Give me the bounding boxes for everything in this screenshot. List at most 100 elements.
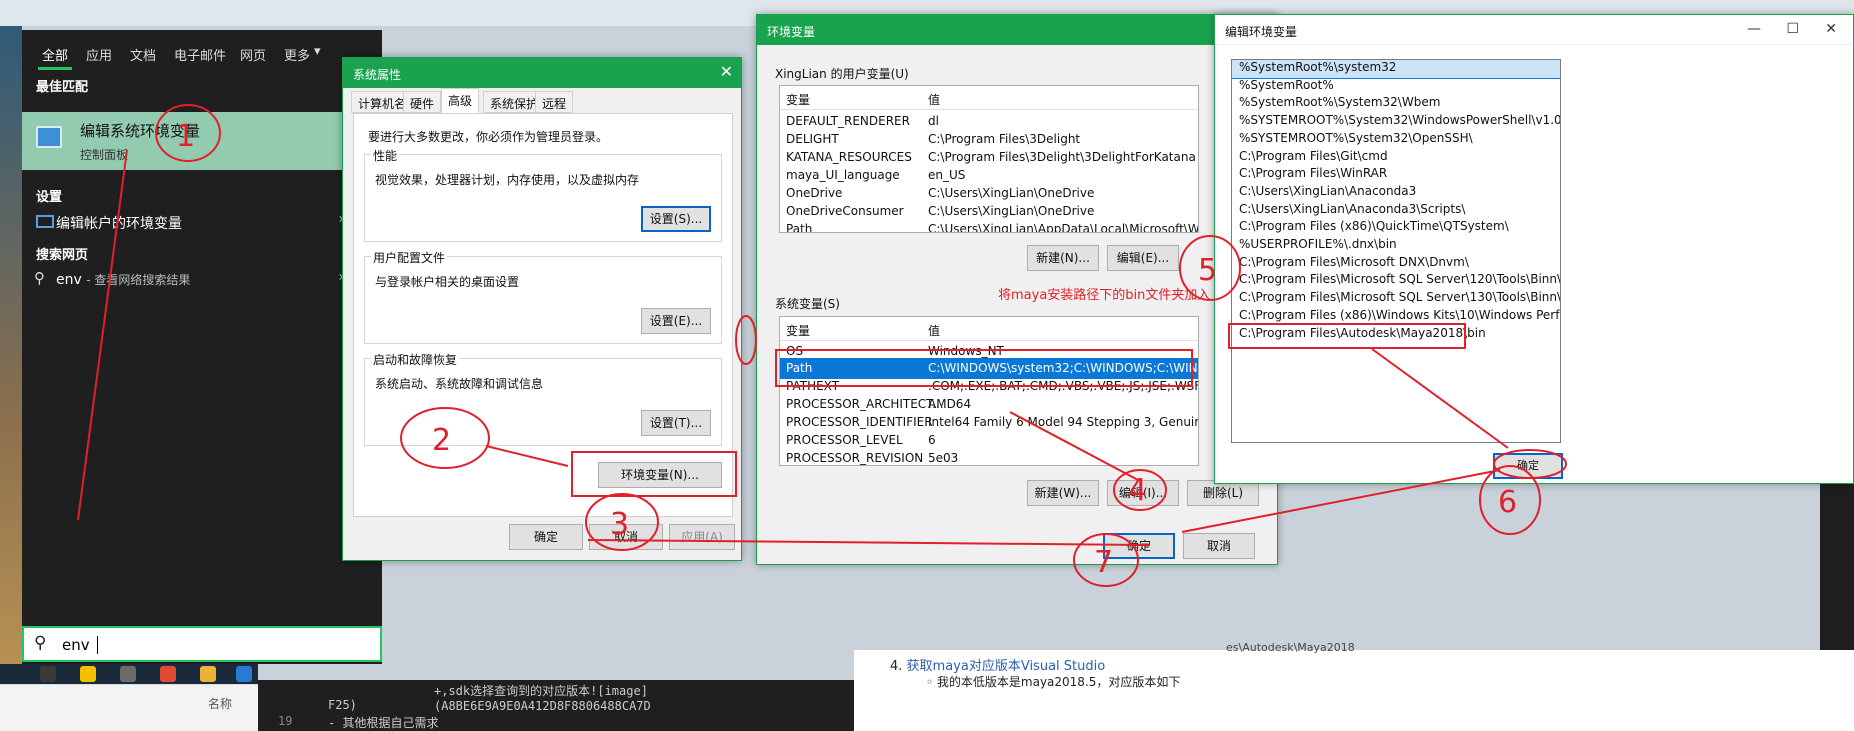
list-header: 变量 值 xyxy=(780,86,1198,110)
col-variable[interactable]: 变量 xyxy=(786,322,810,339)
editor-line: F25) xyxy=(328,698,357,712)
list-item[interactable]: C:\Program Files\Microsoft DNX\Dnvm\ xyxy=(1232,255,1560,273)
cancel-button[interactable]: 取消 xyxy=(589,524,663,550)
apply-button[interactable]: 应用(A) xyxy=(669,524,735,550)
system-vars-heading: 系统变量(S) xyxy=(775,297,840,311)
editor-line: - 其他根据自己需求 xyxy=(328,716,439,730)
performance-settings-button[interactable]: 设置(S)... xyxy=(641,206,711,232)
best-match-result[interactable]: 编辑系统环境变量 控制面板 xyxy=(22,112,362,170)
list-item-selected[interactable]: %SystemRoot%\system32 xyxy=(1232,60,1560,79)
tab-advanced[interactable]: 高级 xyxy=(441,88,480,113)
startup-recovery-group: 启动和故障恢复 系统启动、系统故障和调试信息 设置(T)... xyxy=(364,351,722,446)
system-new-button[interactable]: 新建(W)... xyxy=(1027,480,1099,506)
group-desc: 系统启动、系统故障和调试信息 xyxy=(375,377,544,391)
app-icon[interactable] xyxy=(236,666,252,682)
edit-environment-variable-dialog: 编辑环境变量 — ☐ ✕ %SystemRoot%\system32 %Syst… xyxy=(1214,14,1854,484)
dialog-title: 系统属性 xyxy=(353,68,402,82)
chrome-icon[interactable] xyxy=(160,666,176,682)
web-heading: 搜索网页 xyxy=(36,248,89,263)
control-panel-icon xyxy=(36,126,62,148)
web-search-result[interactable]: ⚲ env - 查看网络搜索结果 › xyxy=(22,266,362,294)
highlight-path-row xyxy=(775,349,1193,387)
titlebar: 编辑环境变量 — ☐ ✕ xyxy=(1215,15,1853,45)
col-value[interactable]: 值 xyxy=(928,322,940,339)
dialog-title: 编辑环境变量 xyxy=(1225,25,1298,39)
cancel-button[interactable]: 取消 xyxy=(1183,533,1255,559)
list-item[interactable]: %SystemRoot%\System32\Wbem xyxy=(1232,95,1560,113)
path-entries-list[interactable]: %SystemRoot%\system32 %SystemRoot% %Syst… xyxy=(1231,59,1561,443)
doc-path-fragment: es\Autodesk\Maya2018 xyxy=(1226,641,1355,654)
system-edit-button[interactable]: 编辑(I)... xyxy=(1107,480,1179,506)
search-icon[interactable] xyxy=(40,666,56,682)
tab-documents[interactable]: 文档 xyxy=(130,45,156,64)
ok-button[interactable]: 确定 xyxy=(1103,533,1175,559)
ok-button[interactable]: 确定 xyxy=(509,524,583,550)
group-title: 性能 xyxy=(371,147,400,164)
best-match-heading: 最佳匹配 xyxy=(36,80,89,95)
search-input[interactable]: ⚲ env xyxy=(22,626,382,662)
tab-more[interactable]: 更多 xyxy=(284,45,310,64)
settings-result[interactable]: 编辑帐户的环境变量 › xyxy=(22,208,362,236)
folder-icon[interactable] xyxy=(200,666,216,682)
user-vars-list[interactable]: 变量 值 DEFAULT_RENDERER dl DELIGHT C:\Progra… xyxy=(779,85,1199,233)
list-item[interactable]: C:\Program Files\Microsoft SQL Server\12… xyxy=(1232,272,1560,290)
document-page: 4. 获取maya对应版本Visual Studio ◦ 我的本低版本是maya… xyxy=(854,641,1854,731)
app-icon[interactable] xyxy=(80,666,96,682)
user-new-button[interactable]: 新建(N)... xyxy=(1027,245,1099,271)
user-edit-button[interactable]: 编辑(E)... xyxy=(1107,245,1179,271)
system-vars-list[interactable]: 变量 值 OS Windows_NT Path C:\WINDOWS\system3… xyxy=(779,316,1199,466)
minimize-icon[interactable]: — xyxy=(1747,21,1761,37)
doc-link[interactable]: 获取maya对应版本Visual Studio xyxy=(907,659,1106,674)
list-item[interactable]: %USERPROFILE%\.dnx\bin xyxy=(1232,237,1560,255)
tab-web[interactable]: 网页 xyxy=(240,45,266,64)
tab-all[interactable]: 全部 xyxy=(37,45,73,70)
text-cursor xyxy=(97,636,98,654)
col-variable[interactable]: 变量 xyxy=(786,91,810,108)
list-item[interactable]: %SYSTEMROOT%\System32\OpenSSH\ xyxy=(1232,131,1560,149)
chevron-down-icon[interactable]: ▾ xyxy=(314,44,321,59)
list-item[interactable]: C:\Program Files\WinRAR xyxy=(1232,166,1560,184)
tab-hardware[interactable]: 硬件 xyxy=(403,91,442,113)
tab-apps[interactable]: 应用 xyxy=(86,45,112,64)
titlebar: 环境变量 xyxy=(757,15,1277,45)
list-item[interactable]: C:\Users\XingLian\Anaconda3 xyxy=(1232,184,1560,202)
list-item[interactable]: C:\Program Files\Git\cmd xyxy=(1232,149,1560,167)
maximize-icon[interactable]: ☐ xyxy=(1786,21,1799,37)
annotation-digit: 6 xyxy=(1498,485,1517,520)
search-input-value: env xyxy=(62,636,90,654)
start-menu: 全部 应用 文档 电子邮件 网页 更多 ▾ 最佳匹配 编辑系统环境变量 控制面板… xyxy=(22,30,382,664)
ok-button[interactable]: 确定 xyxy=(1493,453,1563,479)
list-item[interactable]: C:\Program Files\Microsoft SQL Server\13… xyxy=(1232,290,1560,308)
web-query-suffix: - 查看网络搜索结果 xyxy=(86,273,191,287)
startup-recovery-settings-button[interactable]: 设置(T)... xyxy=(641,410,711,436)
best-match-subtitle: 控制面板 xyxy=(80,148,129,162)
doc-subitem: 我的本低版本是maya2018.5，对应版本如下 xyxy=(936,675,1181,689)
list-item[interactable]: %SystemRoot% xyxy=(1232,78,1560,96)
user-profiles-settings-button[interactable]: 设置(E)... xyxy=(641,308,711,334)
user-profiles-group: 用户配置文件 与登录帐户相关的桌面设置 设置(E)... xyxy=(364,249,722,344)
close-icon[interactable]: ✕ xyxy=(720,62,733,81)
explorer-column-name: 名称 xyxy=(208,697,233,711)
list-item[interactable]: %SYSTEMROOT%\System32\WindowsPowerShell\… xyxy=(1232,113,1560,131)
performance-group: 性能 视觉效果，处理器计划，内存使用，以及虚拟内存 设置(S)... xyxy=(364,147,722,242)
close-icon[interactable]: ✕ xyxy=(1825,21,1837,37)
tab-remote[interactable]: 远程 xyxy=(535,91,574,113)
highlight-new-entry xyxy=(1228,323,1466,349)
group-desc: 视觉效果，处理器计划，内存使用，以及虚拟内存 xyxy=(375,173,640,187)
explorer-window: 名称 xyxy=(0,684,258,731)
table-row[interactable]: Path C:\Users\XingLian\AppData\Local\Micr… xyxy=(780,219,1198,232)
monitor-icon xyxy=(36,215,54,228)
col-value[interactable]: 值 xyxy=(928,91,940,108)
table-row[interactable]: PROCESSOR_REVISION 5e03 xyxy=(780,448,1198,465)
group-title: 用户配置文件 xyxy=(371,249,448,266)
list-item[interactable]: C:\Users\XingLian\Anaconda3\Scripts\ xyxy=(1232,202,1560,220)
group-title: 启动和故障恢复 xyxy=(371,351,460,368)
list-item[interactable]: C:\Program Files (x86)\QuickTime\QTSyste… xyxy=(1232,219,1560,237)
search-filter-tabs: 全部 应用 文档 电子邮件 网页 更多 ▾ xyxy=(22,30,382,76)
code-editor: +,sdk选择查询到的对应版本![image](A8BE6E9A9E0A412D… xyxy=(258,680,854,731)
search-icon: ⚲ xyxy=(34,269,45,287)
app-icon[interactable] xyxy=(120,666,136,682)
tab-email[interactable]: 电子邮件 xyxy=(174,45,226,64)
desktop-background xyxy=(0,26,22,731)
dialog-title: 环境变量 xyxy=(767,25,816,39)
